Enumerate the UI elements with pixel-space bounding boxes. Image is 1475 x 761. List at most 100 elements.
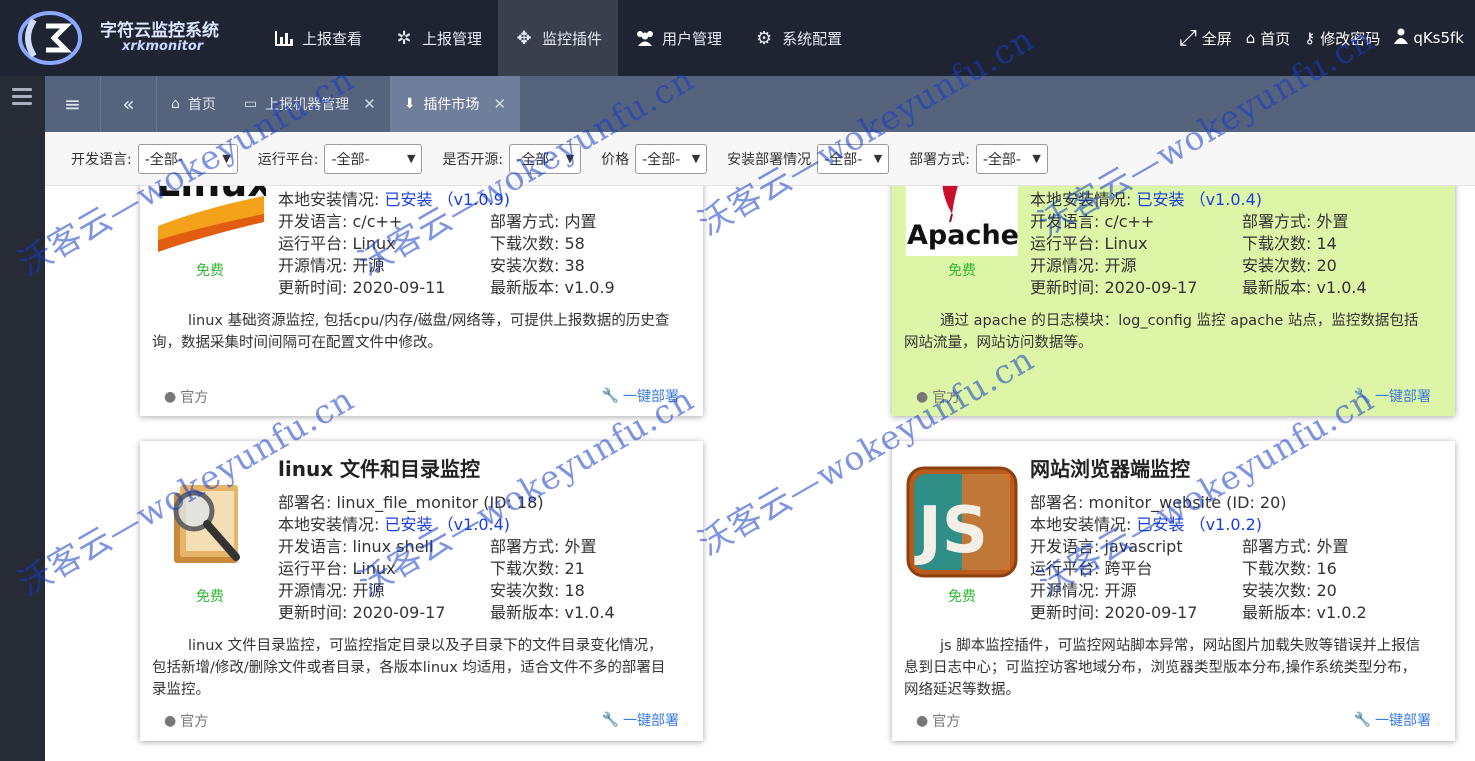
nav-label: 用户管理 (662, 29, 723, 48)
tab-bar: ≡ « ⌂ 首页 ▭ 上报机器管理 ✕ ⬇ 插件市场 ✕ (45, 76, 1475, 132)
row-label: 本地安装情况: (278, 515, 380, 534)
row-label: 运行平台: (1030, 559, 1100, 578)
row-label: 运行平台: (1030, 234, 1100, 253)
close-icon[interactable]: ✕ (363, 95, 376, 113)
logo[interactable]: 字符云监控系统 xrkmonitor (0, 0, 258, 76)
nav-plugins[interactable]: ✥ 监控插件 (498, 0, 619, 76)
author-label: 官方 (180, 390, 209, 406)
tab-label: 插件市场 (423, 97, 480, 113)
deploy-button[interactable]: 🔧 一键部署 (1354, 386, 1431, 406)
row-value: Linux (352, 234, 396, 253)
deploy-button[interactable]: 🔧 一键部署 (602, 710, 679, 730)
nav-report-manage[interactable]: ✲ 上报管理 (378, 0, 498, 76)
user-menu[interactable]: qKs5fk (1387, 28, 1471, 48)
filter-install-select[interactable]: -全部- ▼ (817, 143, 890, 174)
filter-label-install: 安装部署情况 (727, 151, 812, 168)
price-free: 免费 (948, 263, 976, 279)
row-value: v1.0.9 (564, 278, 615, 297)
deploy-label: 一键部署 (1375, 713, 1431, 729)
home-button[interactable]: ⌂ 首页 (1239, 28, 1298, 49)
change-password-button[interactable]: ⚷ 修改密码 (1297, 28, 1387, 49)
plugin-market-content: Linux 免费 本地安装情况: 已安装 （v1.0.9) 开发语言: c/c+… (45, 186, 1475, 761)
row-value: javascript (1104, 537, 1183, 556)
row-label: 安装次数: (1242, 581, 1312, 600)
row-value: v1.0.4 (1316, 278, 1367, 297)
row-label: 开源情况: (278, 256, 348, 275)
row-value: 开源 (352, 256, 385, 275)
wrench-icon: 🔧 (601, 388, 619, 404)
row-value: monitor_website (ID: 20) (1088, 493, 1287, 512)
tab-plugin-market[interactable]: ⬇ 插件市场 ✕ (389, 76, 521, 132)
home-icon: ⌂ (1245, 29, 1256, 47)
menu-collapse-button[interactable]: ≡ (45, 76, 101, 132)
updated-row: 更新时间: 2020-09-17 (1030, 602, 1197, 624)
nav-system-config[interactable]: ⚙ 系统配置 (738, 0, 858, 76)
opensource-row: 开源情况: 开源 (278, 255, 385, 277)
install-value: 已安装 （v1.0.2) (1136, 515, 1263, 534)
double-chevron-left-icon: « (122, 92, 135, 116)
row-label: 部署方式: (490, 212, 560, 231)
install-status: 本地安装情况: 已安装 （v1.0.2) (1030, 514, 1262, 536)
chevron-down-icon: ▼ (873, 152, 883, 165)
row-label: 本地安装情况: (1030, 515, 1132, 534)
chevron-down-icon: ▼ (691, 152, 701, 165)
nav-users[interactable]: 用户管理 (618, 0, 738, 76)
select-value: -全部- (516, 151, 555, 168)
latest-row: 最新版本: v1.0.9 (490, 277, 615, 299)
row-label: 运行平台: (278, 234, 348, 253)
price-free: 免费 (196, 263, 224, 279)
install-status: 本地安装情况: 已安装 （v1.0.9) (278, 189, 510, 211)
lang-row: 开发语言: javascript (1030, 536, 1183, 558)
tab-home[interactable]: ⌂ 首页 (157, 76, 230, 132)
app-subtitle: xrkmonitor (122, 39, 204, 55)
install-status: 本地安装情况: 已安装 （v1.0.4) (278, 514, 510, 536)
tab-scroll-left-button[interactable]: « (101, 76, 157, 132)
logo-icon (14, 10, 92, 66)
platform-row: 运行平台: Linux (1030, 233, 1148, 255)
author-label: 官方 (180, 714, 209, 730)
tab-machine-manage[interactable]: ▭ 上报机器管理 ✕ (230, 76, 390, 132)
plugin-card: Linux 免费 本地安装情况: 已安装 （v1.0.9) 开发语言: c/c+… (140, 186, 703, 416)
linux-logo-image: Linux (154, 186, 272, 266)
downloads-row: 下载次数: 58 (490, 233, 585, 255)
latest-row: 最新版本: v1.0.2 (1242, 602, 1367, 624)
plugin-title[interactable]: linux 文件和目录监控 (278, 453, 480, 482)
filter-platform-select[interactable]: -全部- ▼ (324, 143, 423, 174)
opensource-row: 开源情况: 开源 (1030, 255, 1137, 277)
deploy-button[interactable]: 🔧 一键部署 (1354, 710, 1431, 730)
plugin-title[interactable]: 网站浏览器端监控 (1030, 453, 1190, 482)
filter-opensource-select[interactable]: -全部- ▼ (509, 143, 582, 174)
deploy-mode-row: 部署方式: 外置 (1242, 211, 1349, 233)
sidebar-toggle-icon[interactable] (12, 88, 32, 109)
filter-deploy-select[interactable]: -全部- ▼ (975, 143, 1048, 174)
js-logo-text: JS (914, 494, 988, 568)
chevron-down-icon: ▼ (406, 152, 416, 165)
opensource-row: 开源情况: 开源 (278, 580, 385, 602)
filter-price-select[interactable]: -全部- ▼ (635, 143, 708, 174)
chevron-down-icon: ▼ (222, 152, 231, 165)
fullscreen-button[interactable]: ⤢ 全屏 (1172, 26, 1239, 51)
updated-row: 更新时间: 2020-09-17 (1030, 277, 1197, 299)
row-value: 21 (564, 559, 585, 578)
plugin-description: linux 基础资源监控, 包括cpu/内存/磁盘/网络等，可提供上报数据的历史… (152, 313, 670, 351)
deploy-label: 一键部署 (623, 389, 679, 405)
row-label: 开发语言: (1030, 537, 1100, 556)
updated-row: 更新时间: 2020-09-11 (278, 277, 445, 299)
nav-report-view[interactable]: 上报查看 (258, 0, 378, 76)
filter-lang-select[interactable]: -全部- ▼ (137, 143, 238, 174)
deploy-name-row: 部署名: linux_file_monitor (ID: 18) (278, 492, 544, 514)
row-value: linux shell (352, 537, 434, 556)
author-official: ● 官方 (916, 711, 960, 731)
users-icon (634, 28, 654, 48)
row-value: c/c++ (1104, 212, 1155, 231)
wrench-icon: 🔧 (1353, 712, 1371, 728)
close-icon[interactable]: ✕ (493, 95, 506, 113)
row-label: 更新时间: (1030, 603, 1100, 622)
fullscreen-label: 全屏 (1201, 29, 1232, 48)
deploy-name-row: 部署名: monitor_website (ID: 20) (1030, 492, 1287, 514)
downloads-row: 下载次数: 16 (1242, 558, 1337, 580)
row-value: 内置 (564, 212, 597, 231)
row-label: 开发语言: (278, 212, 348, 231)
plugin-description: js 脚本监控插件，可监控网站脚本异常，网站图片加载失败等错误并上报信息到日志中… (904, 638, 1421, 698)
deploy-button[interactable]: 🔧 一键部署 (602, 386, 679, 406)
